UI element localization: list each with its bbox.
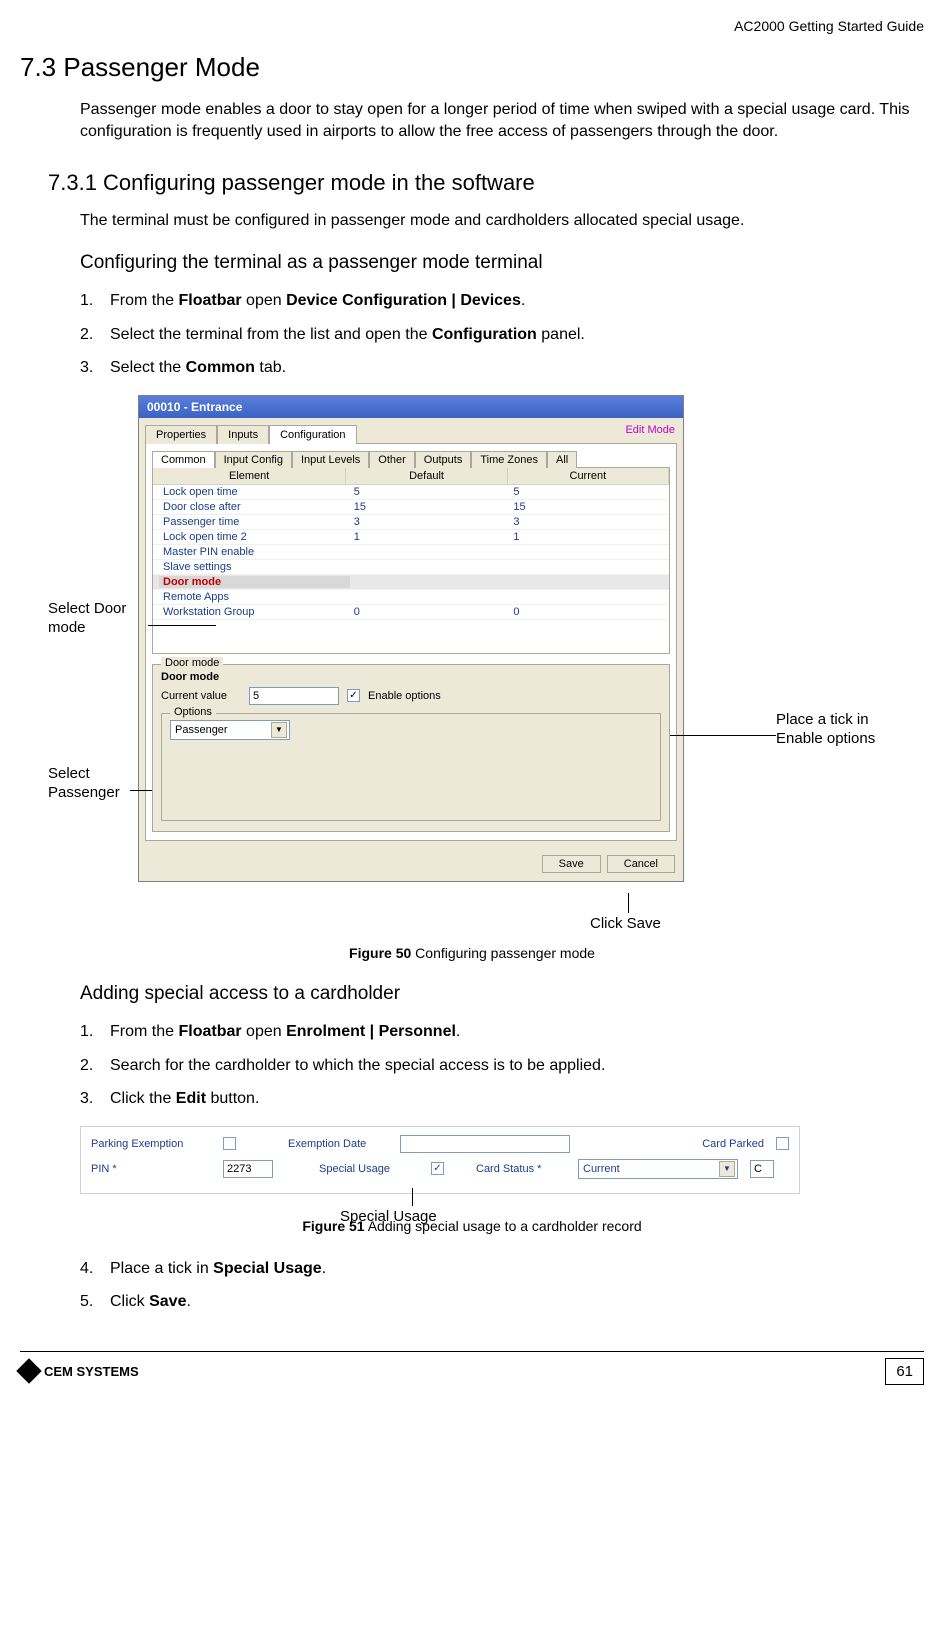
pin-input[interactable] [223, 1160, 273, 1178]
page-number: 61 [885, 1358, 924, 1385]
door-mode-fieldset: Door mode Door mode Current value ✓ Enab… [152, 664, 670, 832]
tab-inputs[interactable]: Inputs [217, 425, 269, 444]
steps-a: 1. From the Floatbar open Device Configu… [80, 288, 924, 381]
edit-mode-link[interactable]: Edit Mode [625, 424, 675, 436]
special-usage-checkbox[interactable]: ✓ [431, 1162, 444, 1175]
card-status-dropdown[interactable]: Current ▼ [578, 1159, 738, 1179]
inner-tab-input-config[interactable]: Input Config [215, 451, 292, 468]
row-lock-open[interactable]: Lock open time55 [153, 485, 669, 500]
parking-exemption-checkbox[interactable] [223, 1137, 236, 1150]
callout-save: Click Save [590, 915, 661, 934]
step-c4: 4. Place a tick in Special Usage. [80, 1256, 924, 1282]
figure-50-caption: Figure 50 Configuring passenger mode [20, 945, 924, 961]
step-a1: 1. From the Floatbar open Device Configu… [80, 288, 924, 314]
figure-50-wrap: Select Door mode Select Passenger Place … [20, 395, 924, 935]
step-b3: 3. Click the Edit button. [80, 1086, 924, 1112]
door-mode-label: Door mode [161, 671, 661, 683]
doc-title: AC2000 Getting Started Guide [734, 18, 924, 34]
personnel-panel: Parking Exemption Exemption Date Card Pa… [80, 1126, 800, 1194]
card-status-label: Card Status * [476, 1163, 566, 1175]
step-a3: 3. Select the Common tab. [80, 355, 924, 381]
col-element: Element [153, 468, 346, 484]
enable-options-label: Enable options [368, 690, 441, 702]
steps-b: 1. From the Floatbar open Enrolment | Pe… [80, 1019, 924, 1112]
intro-paragraph: Passenger mode enables a door to stay op… [80, 99, 924, 142]
enable-options-checkbox[interactable]: ✓ [347, 689, 360, 702]
inner-tabs: Common Input Config Input Levels Other O… [152, 450, 670, 467]
row-door-close[interactable]: Door close after1515 [153, 500, 669, 515]
page-footer: CEM SYSTEMS 61 [20, 1351, 924, 1385]
col-current: Current [508, 468, 669, 484]
step-b2: 2. Search for the cardholder to which th… [80, 1053, 924, 1079]
subsection-heading: 7.3.1 Configuring passenger mode in the … [48, 170, 924, 196]
config-grid: Element Default Current Lock open time55… [152, 467, 670, 654]
tab-properties[interactable]: Properties [145, 425, 217, 444]
card-parked-label: Card Parked [702, 1138, 764, 1150]
parking-exemption-label: Parking Exemption [91, 1138, 211, 1150]
save-button[interactable]: Save [542, 855, 601, 873]
exemption-date-label: Exemption Date [288, 1138, 388, 1150]
callout-door-mode: Select Door mode [48, 600, 148, 638]
cancel-button[interactable]: Cancel [607, 855, 675, 873]
doc-header: AC2000 Getting Started Guide [20, 0, 924, 52]
inner-tab-common[interactable]: Common [152, 451, 215, 468]
device-config-window: 00010 - Entrance Properties Inputs Confi… [138, 395, 684, 882]
c-input[interactable] [750, 1160, 774, 1178]
callout-enable: Place a tick in Enable options [776, 711, 886, 749]
inner-tab-other[interactable]: Other [369, 451, 415, 468]
step-c5: 5. Click Save. [80, 1289, 924, 1315]
cem-logo: CEM SYSTEMS [20, 1362, 139, 1380]
chevron-down-icon: ▼ [271, 722, 287, 738]
inner-tab-outputs[interactable]: Outputs [415, 451, 472, 468]
row-passenger-time[interactable]: Passenger time33 [153, 515, 669, 530]
steps-c: 4. Place a tick in Special Usage. 5. Cli… [80, 1256, 924, 1315]
inner-tab-time-zones[interactable]: Time Zones [471, 451, 547, 468]
inner-tab-all[interactable]: All [547, 451, 577, 468]
figure-51-caption: Figure 51 Adding special usage to a card… [20, 1218, 924, 1234]
callout-passenger: Select Passenger [48, 765, 148, 803]
section-heading: 7.3 Passenger Mode [20, 52, 924, 83]
window-title: 00010 - Entrance [139, 396, 683, 418]
current-value-input[interactable] [249, 687, 339, 705]
step-a2: 2. Select the terminal from the list and… [80, 322, 924, 348]
row-remote-apps[interactable]: Remote Apps [153, 590, 669, 605]
options-dropdown[interactable]: Passenger ▼ [170, 720, 290, 740]
cube-icon [16, 1359, 41, 1384]
row-workstation[interactable]: Workstation Group00 [153, 605, 669, 620]
inner-tab-input-levels[interactable]: Input Levels [292, 451, 369, 468]
figure-51-wrap: Parking Exemption Exemption Date Card Pa… [20, 1126, 924, 1194]
procedure-heading-a: Configuring the terminal as a passenger … [80, 252, 924, 274]
row-slave[interactable]: Slave settings [153, 560, 669, 575]
row-lock-open-2[interactable]: Lock open time 211 [153, 530, 669, 545]
exemption-date-input[interactable] [400, 1135, 570, 1153]
procedure-heading-b: Adding special access to a cardholder [80, 983, 924, 1005]
pin-label: PIN * [91, 1163, 211, 1175]
current-value-label: Current value [161, 690, 241, 702]
row-door-mode[interactable]: Door mode [153, 575, 669, 590]
tab-configuration[interactable]: Configuration [269, 425, 356, 444]
special-usage-label: Special Usage [319, 1163, 419, 1175]
card-parked-checkbox[interactable] [776, 1137, 789, 1150]
chevron-down-icon: ▼ [719, 1161, 735, 1177]
step-b1: 1. From the Floatbar open Enrolment | Pe… [80, 1019, 924, 1045]
col-default: Default [346, 468, 507, 484]
callout-special-usage: Special Usage [340, 1208, 437, 1227]
row-master-pin[interactable]: Master PIN enable [153, 545, 669, 560]
subsection-text: The terminal must be configured in passe… [80, 212, 924, 230]
top-tabs: Properties Inputs Configuration Edit Mod… [139, 418, 683, 443]
